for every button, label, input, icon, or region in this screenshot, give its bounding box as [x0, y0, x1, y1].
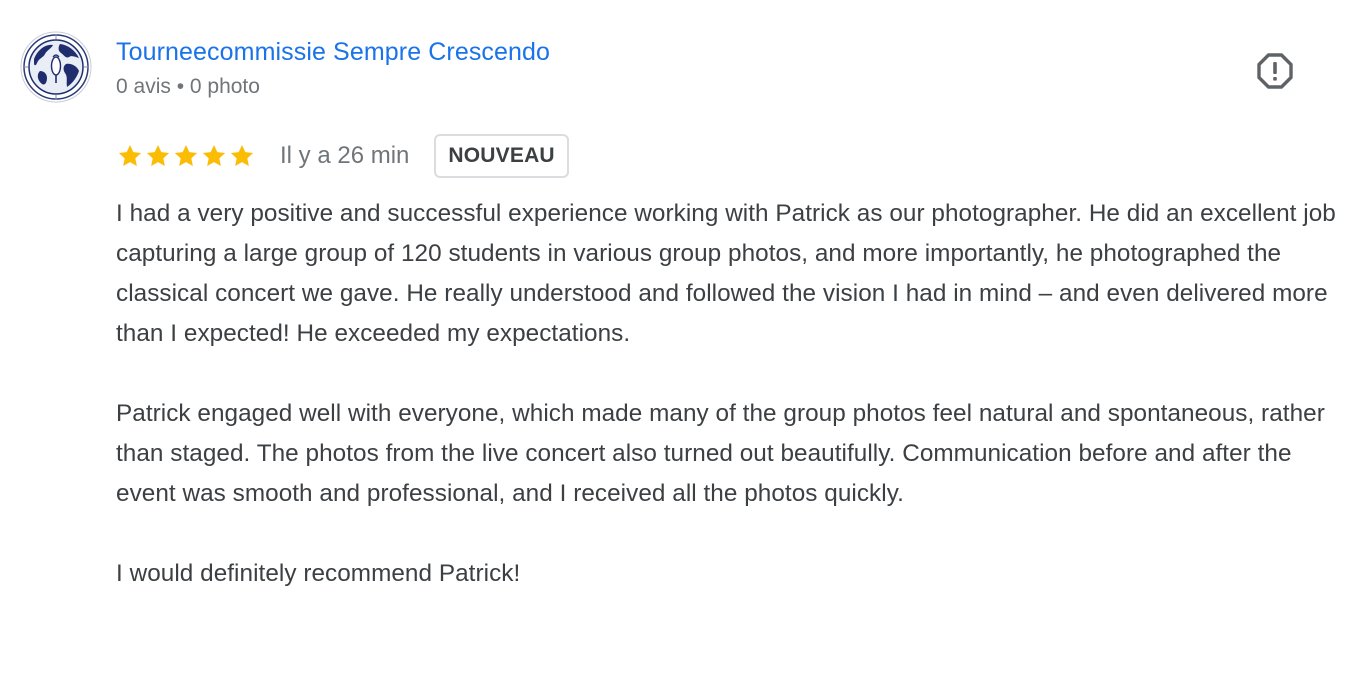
reviewer-name-link[interactable]: Tourneecommissie Sempre Crescendo — [116, 36, 550, 68]
star-icon — [230, 145, 254, 167]
reviewer-stats: 0 avis • 0 photo — [116, 75, 260, 98]
review-time: Il y a 26 min — [280, 142, 410, 169]
reviewer-avatar[interactable] — [20, 31, 92, 103]
star-icon — [118, 145, 142, 167]
report-review-button[interactable] — [1255, 51, 1295, 91]
star-icon — [202, 145, 226, 167]
new-badge: NOUVEAU — [434, 134, 569, 178]
report-flag-icon — [1257, 53, 1293, 89]
star-rating — [116, 142, 256, 170]
review-text: I had a very positive and successful exp… — [116, 194, 1338, 594]
globe-logo-icon — [20, 31, 92, 103]
review-paragraph: I would definitely recommend Patrick! — [116, 560, 521, 587]
star-icon — [146, 145, 170, 167]
review-rating-row: Il y a 26 min NOUVEAU — [116, 132, 569, 180]
review-paragraph: Patrick engaged well with everyone, whic… — [116, 400, 1325, 507]
star-icon — [174, 145, 198, 167]
review-paragraph: I had a very positive and successful exp… — [116, 200, 1336, 347]
